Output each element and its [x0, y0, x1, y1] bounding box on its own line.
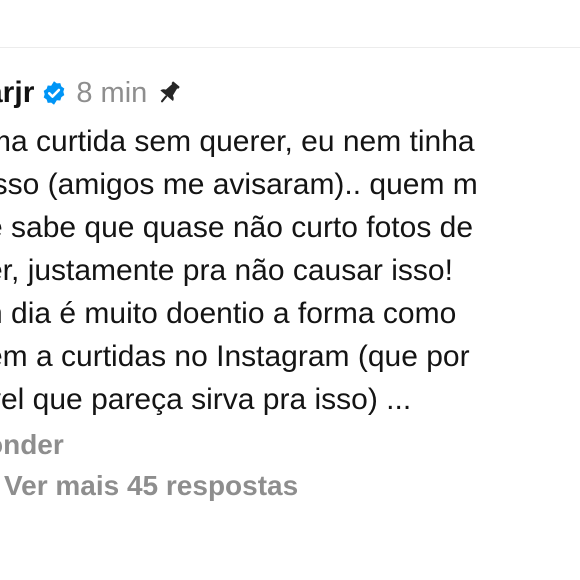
comment-header: arjr 8 min — [0, 72, 580, 114]
username[interactable]: arjr — [0, 76, 34, 110]
comment: arjr 8 min ma curtida sem querer, eu nem… — [0, 72, 580, 467]
view-more-replies[interactable]: Ver mais 45 respostas — [0, 470, 298, 502]
verified-badge-icon — [41, 80, 67, 106]
comment-line: vel que pareça sirva pra isso) ... — [0, 383, 412, 416]
view-more-replies-label: Ver mais 45 respostas — [4, 470, 299, 501]
comment-line: er, justamente pra não causar isso! — [0, 254, 453, 287]
comment-line: e sabe que quase não curto fotos de — [0, 211, 474, 244]
reply-button[interactable]: onder — [0, 423, 580, 467]
comment-time: 8 min — [76, 76, 148, 109]
top-divider — [0, 47, 580, 48]
comment-line: ma curtida sem querer, eu nem tinha — [0, 125, 475, 158]
comment-line: n dia é muito doentio a forma como — [0, 297, 457, 330]
pin-icon — [155, 79, 183, 107]
comment-line: em a curtidas no Instagram (que por — [0, 340, 470, 373]
comment-line: isso (amigos me avisaram).. quem m — [0, 168, 478, 201]
comment-text: ma curtida sem querer, eu nem tinha isso… — [0, 120, 580, 421]
